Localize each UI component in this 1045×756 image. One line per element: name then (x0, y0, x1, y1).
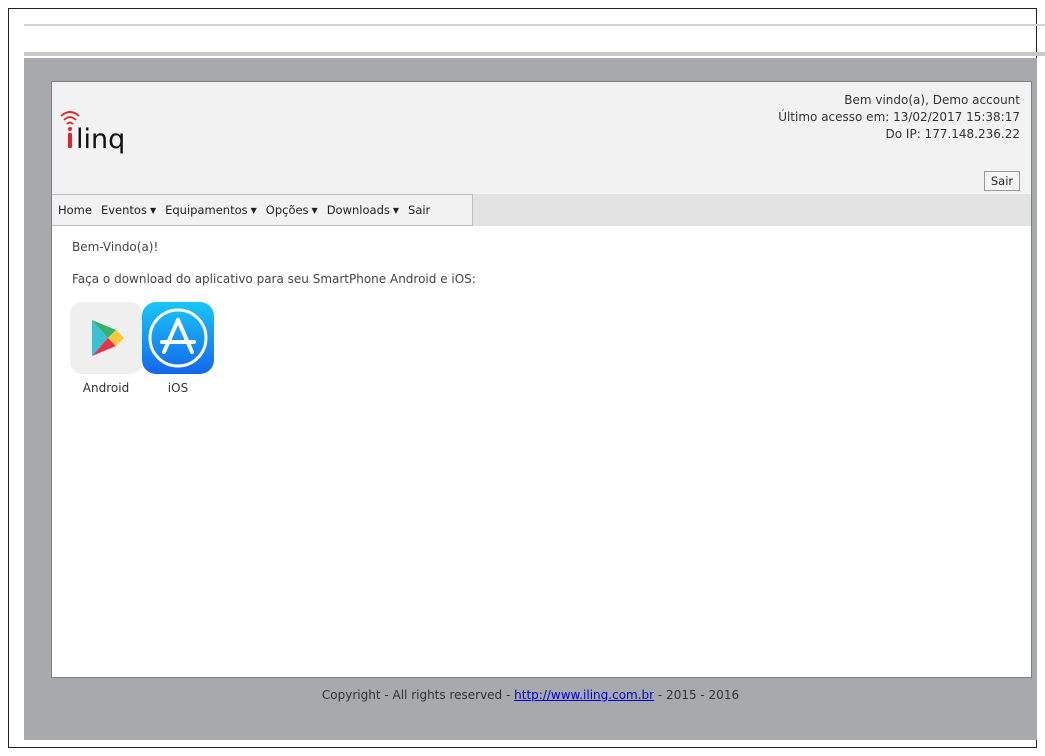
caret-down-icon: ▼ (149, 206, 157, 215)
iling-logo[interactable]: linq (57, 104, 147, 162)
main-panel: linq Bem vindo(a), Demo account Último a… (51, 81, 1032, 678)
copyright-text: Copyright - All rights reserved - (321, 688, 515, 702)
ios-label: iOS (167, 381, 189, 395)
menu-item-eventos[interactable]: Eventos ▼ (101, 203, 156, 217)
top-divider (24, 24, 1045, 26)
top-divider-lower (24, 52, 1045, 56)
android-app-link[interactable]: Android (70, 302, 142, 395)
google-play-icon (70, 302, 142, 374)
download-instructions: Faça o download do aplicativo para seu S… (72, 272, 476, 286)
wifi-signal-icon: linq (60, 111, 125, 155)
menu-item-equipamentos[interactable]: Equipamentos ▼ (165, 203, 257, 217)
app-downloads: Android iOS (70, 302, 270, 402)
ip-address-text: Do IP: 177.148.236.22 (885, 127, 1020, 141)
svg-text:linq: linq (76, 124, 125, 155)
main-content: Bem-Vindo(a)! Faça o download do aplicat… (72, 240, 972, 286)
site-header: linq Bem vindo(a), Demo account Último a… (52, 82, 1031, 194)
ios-app-link[interactable]: iOS (142, 302, 214, 395)
app-store-icon (142, 302, 214, 374)
site-link[interactable]: http://www.iling.com.br (514, 688, 654, 702)
user-info: Bem vindo(a), Demo account Último acesso… (778, 92, 1020, 143)
menu-item-home[interactable]: Home (58, 203, 92, 217)
caret-down-icon: ▼ (311, 206, 318, 215)
caret-down-icon: ▼ (392, 206, 400, 215)
android-label: Android (82, 381, 130, 395)
logout-button[interactable]: Sair (984, 171, 1020, 191)
last-access-text: Último acesso em: 13/02/2017 15:38:17 (778, 110, 1020, 124)
menu-item-opcoes[interactable]: Opções ▼ (266, 203, 318, 217)
menu-item-sair[interactable]: Sair (408, 203, 430, 217)
welcome-heading: Bem-Vindo(a)! (72, 240, 159, 254)
menu-item-downloads[interactable]: Downloads ▼ (327, 203, 399, 217)
footer: Copyright - All rights reserved - http:/… (24, 688, 1037, 702)
caret-down-icon: ▼ (250, 206, 257, 215)
main-menu: Home Eventos ▼ Equipamentos ▼ Opções ▼ Down… (52, 194, 473, 226)
welcome-user-text: Bem vindo(a), Demo account (844, 93, 1020, 107)
copyright-years: - 2015 - 2016 (654, 688, 740, 702)
